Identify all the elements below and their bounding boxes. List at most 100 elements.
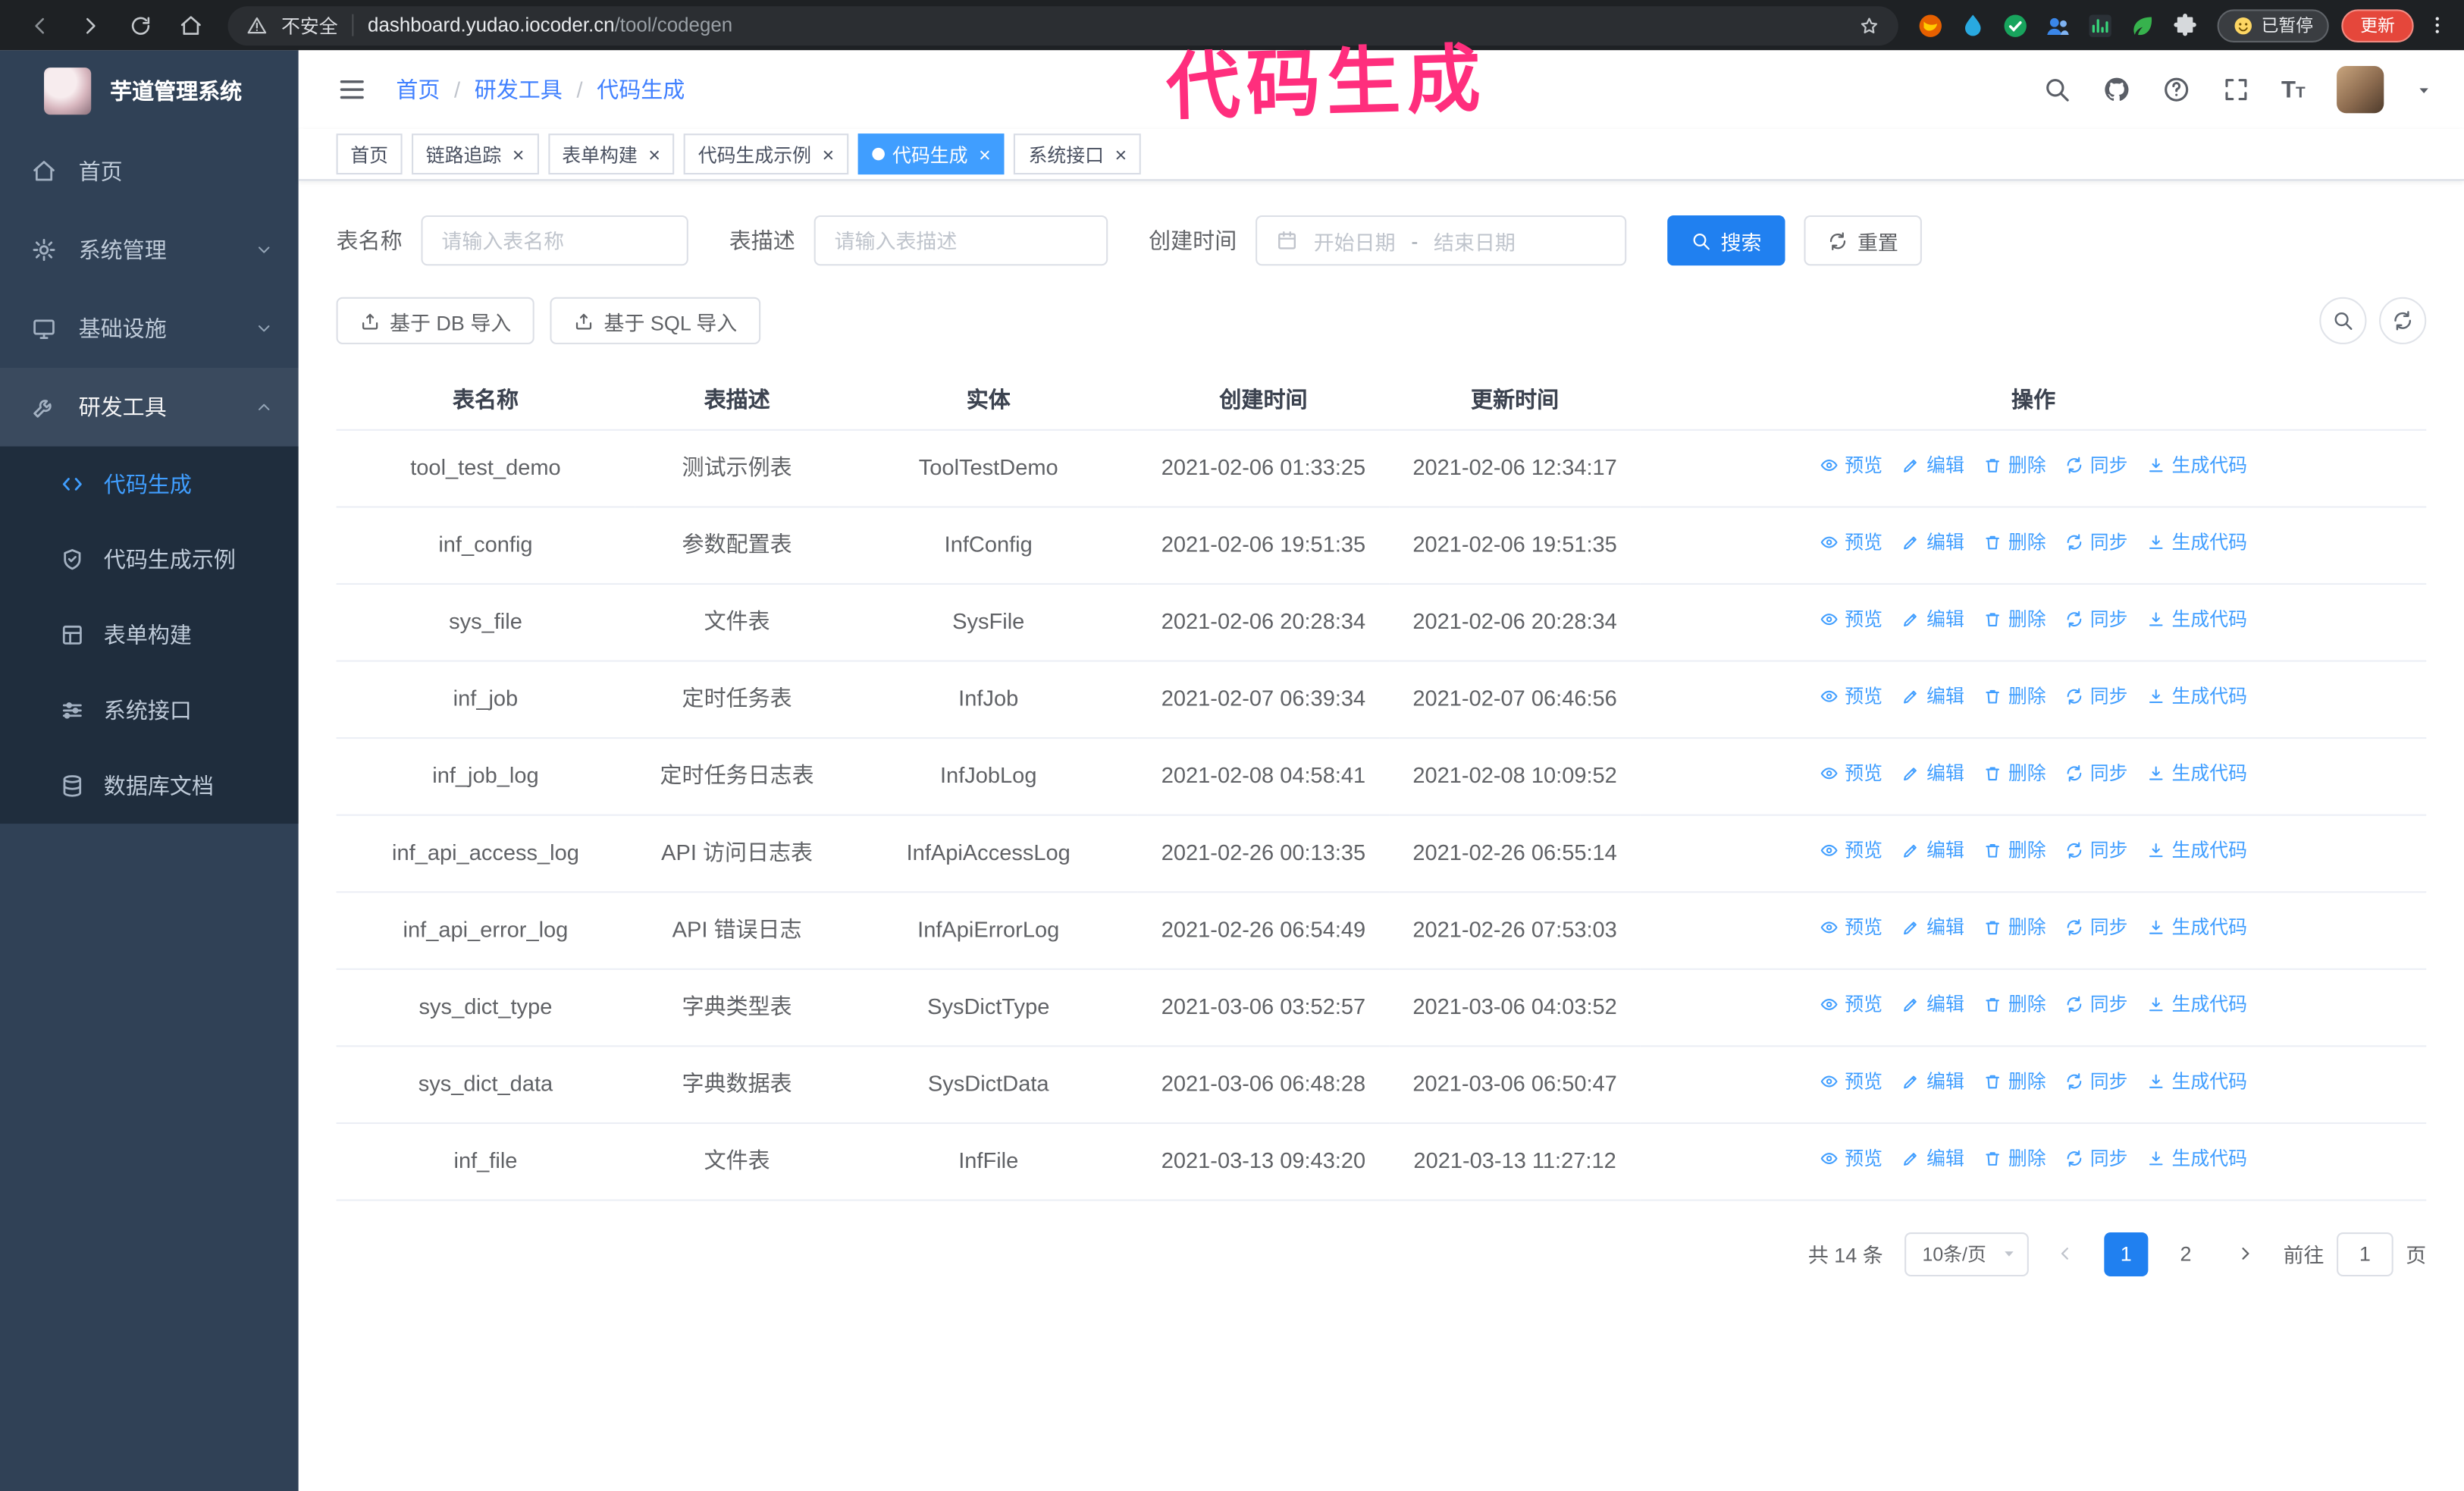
action-generate[interactable]: 生成代码 [2146,1067,2247,1097]
action-sync[interactable]: 同步 [2065,1067,2127,1097]
action-generate[interactable]: 生成代码 [2146,528,2247,557]
action-edit[interactable]: 编辑 [1901,1067,1964,1097]
action-edit[interactable]: 编辑 [1901,605,1964,635]
action-delete[interactable]: 删除 [1983,1144,2046,1174]
browser-menu-icon[interactable] [2426,14,2448,36]
action-sync[interactable]: 同步 [2065,528,2127,557]
tab-form-builder[interactable]: 表单构建 × [547,133,675,175]
action-delete[interactable]: 删除 [1983,837,2046,866]
sidebar-item-db-doc[interactable]: 数据库文档 [0,749,299,824]
tab-codegen-example[interactable]: 代码生成示例 × [684,133,848,175]
page-size-select[interactable]: 10条/页 [1904,1232,2029,1276]
paused-badge[interactable]: 已暂停 [2217,8,2329,42]
home-icon[interactable] [179,14,202,37]
breadcrumb-item[interactable]: 首页 [396,74,440,105]
sidebar-item-system[interactable]: 系统管理 [0,211,299,290]
page-button-1[interactable]: 1 [2104,1232,2149,1276]
action-preview[interactable]: 预览 [1820,1067,1882,1097]
action-sync[interactable]: 同步 [2065,682,2127,711]
action-delete[interactable]: 删除 [1983,990,2046,1020]
action-edit[interactable]: 编辑 [1901,528,1964,557]
action-delete[interactable]: 删除 [1983,913,2046,943]
tab-close-icon[interactable]: × [513,144,525,165]
tab-home[interactable]: 首页 [336,133,403,175]
toggle-search-button[interactable] [2319,297,2367,344]
sidebar-item-codegen[interactable]: 代码生成 [0,447,299,522]
action-delete[interactable]: 删除 [1983,605,2046,635]
breadcrumb-item[interactable]: 研发工具 [475,74,563,105]
action-edit[interactable]: 编辑 [1901,759,1964,789]
action-generate[interactable]: 生成代码 [2146,990,2247,1020]
sidebar-item-dev-tools[interactable]: 研发工具 [0,368,299,447]
reset-button[interactable]: 重置 [1804,215,1922,266]
people-extension-icon[interactable] [2045,12,2071,39]
tab-close-icon[interactable]: × [648,144,660,165]
table-name-input[interactable] [421,215,688,266]
font-size-icon[interactable]: TT [2281,78,2306,102]
action-preview[interactable]: 预览 [1820,990,1882,1020]
tab-close-icon[interactable]: × [979,144,991,165]
action-sync[interactable]: 同步 [2065,605,2127,635]
tab-system-api[interactable]: 系统接口 × [1014,133,1141,175]
tab-tracer[interactable]: 链路追踪 × [412,133,539,175]
action-generate[interactable]: 生成代码 [2146,451,2247,481]
table-desc-input[interactable] [813,215,1108,266]
app-logo[interactable]: 芋道管理系统 [0,50,299,132]
action-edit[interactable]: 编辑 [1901,451,1964,481]
date-range-picker[interactable]: 开始日期 - 结束日期 [1256,215,1627,266]
check-extension-icon[interactable] [2002,12,2029,39]
user-avatar[interactable] [2337,66,2384,114]
action-preview[interactable]: 预览 [1820,913,1882,943]
security-warning-icon[interactable] [246,15,267,36]
action-sync[interactable]: 同步 [2065,837,2127,866]
action-edit[interactable]: 编辑 [1901,837,1964,866]
sidebar-item-system-api[interactable]: 系统接口 [0,673,299,748]
next-page-button[interactable] [2224,1232,2268,1276]
breadcrumb-item[interactable]: 代码生成 [597,74,685,105]
fox-extension-icon[interactable] [1917,12,1944,39]
action-preview[interactable]: 预览 [1820,837,1882,866]
reload-icon[interactable] [129,14,152,37]
action-generate[interactable]: 生成代码 [2146,913,2247,943]
db-import-button[interactable]: 基于 DB 导入 [336,297,535,344]
browser-update-button[interactable]: 更新 [2341,8,2414,42]
action-delete[interactable]: 删除 [1983,451,2046,481]
action-preview[interactable]: 预览 [1820,451,1882,481]
page-button-2[interactable]: 2 [2164,1232,2208,1276]
sql-import-button[interactable]: 基于 SQL 导入 [550,297,761,344]
back-icon[interactable] [28,14,52,37]
hamburger-icon[interactable] [337,74,368,105]
sidebar-item-form-builder[interactable]: 表单构建 [0,598,299,673]
prev-page-button[interactable] [2045,1232,2089,1276]
action-edit[interactable]: 编辑 [1901,682,1964,711]
github-icon[interactable] [2102,75,2130,103]
action-sync[interactable]: 同步 [2065,913,2127,943]
sidebar-item-home[interactable]: 首页 [0,132,299,211]
action-sync[interactable]: 同步 [2065,1144,2127,1174]
extensions-puzzle-icon[interactable] [2171,12,2198,39]
chart-extension-icon[interactable] [2087,12,2114,39]
action-sync[interactable]: 同步 [2065,451,2127,481]
help-icon[interactable] [2161,75,2190,103]
address-bar[interactable]: 不安全 dashboard.yudao.iocoder.cn/tool/code… [227,5,1898,46]
fullscreen-icon[interactable] [2221,75,2249,103]
forward-icon[interactable] [79,14,102,37]
action-preview[interactable]: 预览 [1820,682,1882,711]
action-generate[interactable]: 生成代码 [2146,837,2247,866]
action-generate[interactable]: 生成代码 [2146,605,2247,635]
action-generate[interactable]: 生成代码 [2146,1144,2247,1174]
action-delete[interactable]: 删除 [1983,759,2046,789]
tab-close-icon[interactable]: × [1115,144,1127,165]
leaf-extension-icon[interactable] [2130,12,2156,39]
search-button[interactable]: 搜索 [1667,215,1785,266]
refresh-table-button[interactable] [2379,297,2427,344]
goto-page-input[interactable] [2337,1232,2393,1276]
sidebar-item-codegen-example[interactable]: 代码生成示例 [0,522,299,597]
bookmark-star-icon[interactable] [1859,15,1879,36]
action-edit[interactable]: 编辑 [1901,913,1964,943]
action-generate[interactable]: 生成代码 [2146,759,2247,789]
tab-close-icon[interactable]: × [823,144,835,165]
search-icon[interactable] [2042,75,2071,103]
action-preview[interactable]: 预览 [1820,528,1882,557]
action-edit[interactable]: 编辑 [1901,1144,1964,1174]
